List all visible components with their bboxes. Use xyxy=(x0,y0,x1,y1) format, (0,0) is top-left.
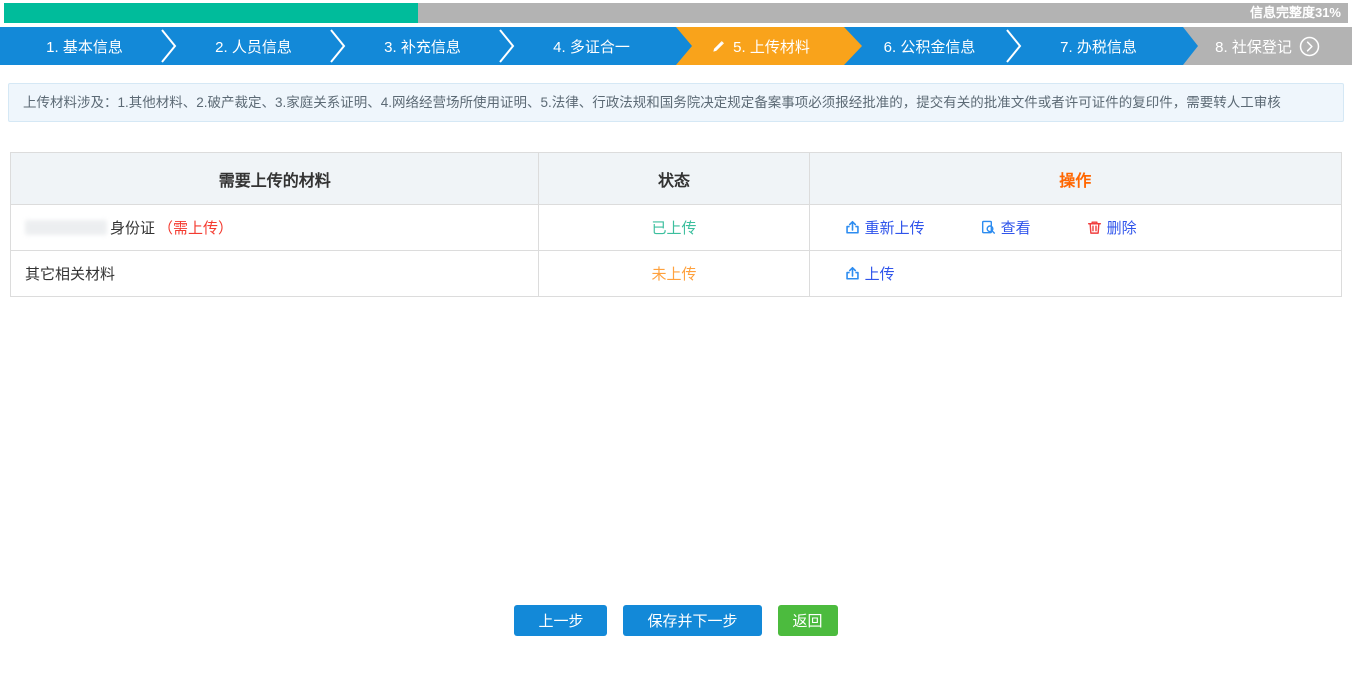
status-badge: 已上传 xyxy=(651,220,696,237)
step-label: 4. 多证合一 xyxy=(553,36,630,57)
upload-link[interactable]: 上传 xyxy=(845,263,895,284)
chevron-separator-icon xyxy=(160,29,178,63)
chevron-separator-icon xyxy=(1005,29,1023,63)
back-button[interactable]: 返回 xyxy=(778,605,838,636)
step-multi-certificate[interactable]: 4. 多证合一 xyxy=(507,27,676,65)
footer-actions: 上一步 保存并下一步 返回 xyxy=(0,605,1352,636)
status-cell: 已上传 xyxy=(539,205,809,251)
materials-table: 需要上传的材料 状态 操作 身份证（需上传） 已上传 重新上传 xyxy=(10,152,1342,297)
actions-cell: 重新上传 查看 删除 xyxy=(809,205,1341,251)
step-label: 5. 上传材料 xyxy=(733,36,810,57)
step-upload-materials[interactable]: 5. 上传材料 xyxy=(676,27,845,65)
redacted-name xyxy=(25,220,107,235)
action-label: 删除 xyxy=(1107,217,1137,238)
progress-fill xyxy=(4,3,418,23)
step-navigation: 1. 基本信息 2. 人员信息 3. 补充信息 4. 多证合一 5. 上传材料 … xyxy=(0,27,1352,65)
step-label: 2. 人员信息 xyxy=(215,36,292,57)
material-name: 其它相关材料 xyxy=(25,266,115,283)
step-supplementary-info[interactable]: 3. 补充信息 xyxy=(338,27,507,65)
completeness-progress-bar: 信息完整度31% xyxy=(4,3,1348,23)
step-label: 7. 办税信息 xyxy=(1060,36,1137,57)
step-label: 6. 公积金信息 xyxy=(884,36,976,57)
table-header-row: 需要上传的材料 状态 操作 xyxy=(11,153,1342,205)
upload-icon xyxy=(845,266,860,281)
view-icon xyxy=(981,220,996,235)
view-link[interactable]: 查看 xyxy=(981,217,1031,238)
material-name: 身份证 xyxy=(110,220,155,237)
chevron-separator-icon xyxy=(329,29,347,63)
header-material: 需要上传的材料 xyxy=(11,153,539,205)
action-label: 上传 xyxy=(865,263,895,284)
material-cell: 身份证（需上传） xyxy=(11,205,539,251)
chevron-separator-icon xyxy=(498,29,516,63)
delete-link[interactable]: 删除 xyxy=(1087,217,1137,238)
required-note: （需上传） xyxy=(158,220,233,237)
reupload-link[interactable]: 重新上传 xyxy=(845,217,925,238)
step-basic-info[interactable]: 1. 基本信息 xyxy=(0,27,169,65)
table-row: 身份证（需上传） 已上传 重新上传 查看 删除 xyxy=(11,205,1342,251)
action-label: 查看 xyxy=(1001,217,1031,238)
notice-banner: 上传材料涉及：1.其他材料、2.破产裁定、3.家庭关系证明、4.网络经营场所使用… xyxy=(8,83,1344,122)
step-tax-info[interactable]: 7. 办税信息 xyxy=(1014,27,1183,65)
pencil-icon xyxy=(711,39,726,54)
actions-cell: 上传 xyxy=(809,251,1341,297)
save-next-button[interactable]: 保存并下一步 xyxy=(623,605,761,636)
step-social-security[interactable]: 8. 社保登记 xyxy=(1183,27,1352,65)
header-status: 状态 xyxy=(539,153,809,205)
prev-step-button[interactable]: 上一步 xyxy=(514,605,607,636)
upload-materials-page: 信息完整度31% 1. 基本信息 2. 人员信息 3. 补充信息 4. 多证合一… xyxy=(0,3,1352,636)
delete-icon xyxy=(1087,220,1102,235)
upload-icon xyxy=(845,220,860,235)
step-provident-fund[interactable]: 6. 公积金信息 xyxy=(845,27,1014,65)
completeness-label: 信息完整度31% xyxy=(1250,3,1341,23)
status-cell: 未上传 xyxy=(539,251,809,297)
table-row: 其它相关材料 未上传 上传 xyxy=(11,251,1342,297)
step-label: 3. 补充信息 xyxy=(384,36,461,57)
action-label: 重新上传 xyxy=(865,217,925,238)
step-label: 1. 基本信息 xyxy=(46,36,123,57)
status-badge: 未上传 xyxy=(651,266,696,283)
notice-text: 上传材料涉及：1.其他材料、2.破产裁定、3.家庭关系证明、4.网络经营场所使用… xyxy=(23,95,1281,110)
step-personnel-info[interactable]: 2. 人员信息 xyxy=(169,27,338,65)
step-label: 8. 社保登记 xyxy=(1215,36,1292,57)
next-circle-icon[interactable] xyxy=(1299,36,1320,57)
material-cell: 其它相关材料 xyxy=(11,251,539,297)
header-action: 操作 xyxy=(809,153,1341,205)
